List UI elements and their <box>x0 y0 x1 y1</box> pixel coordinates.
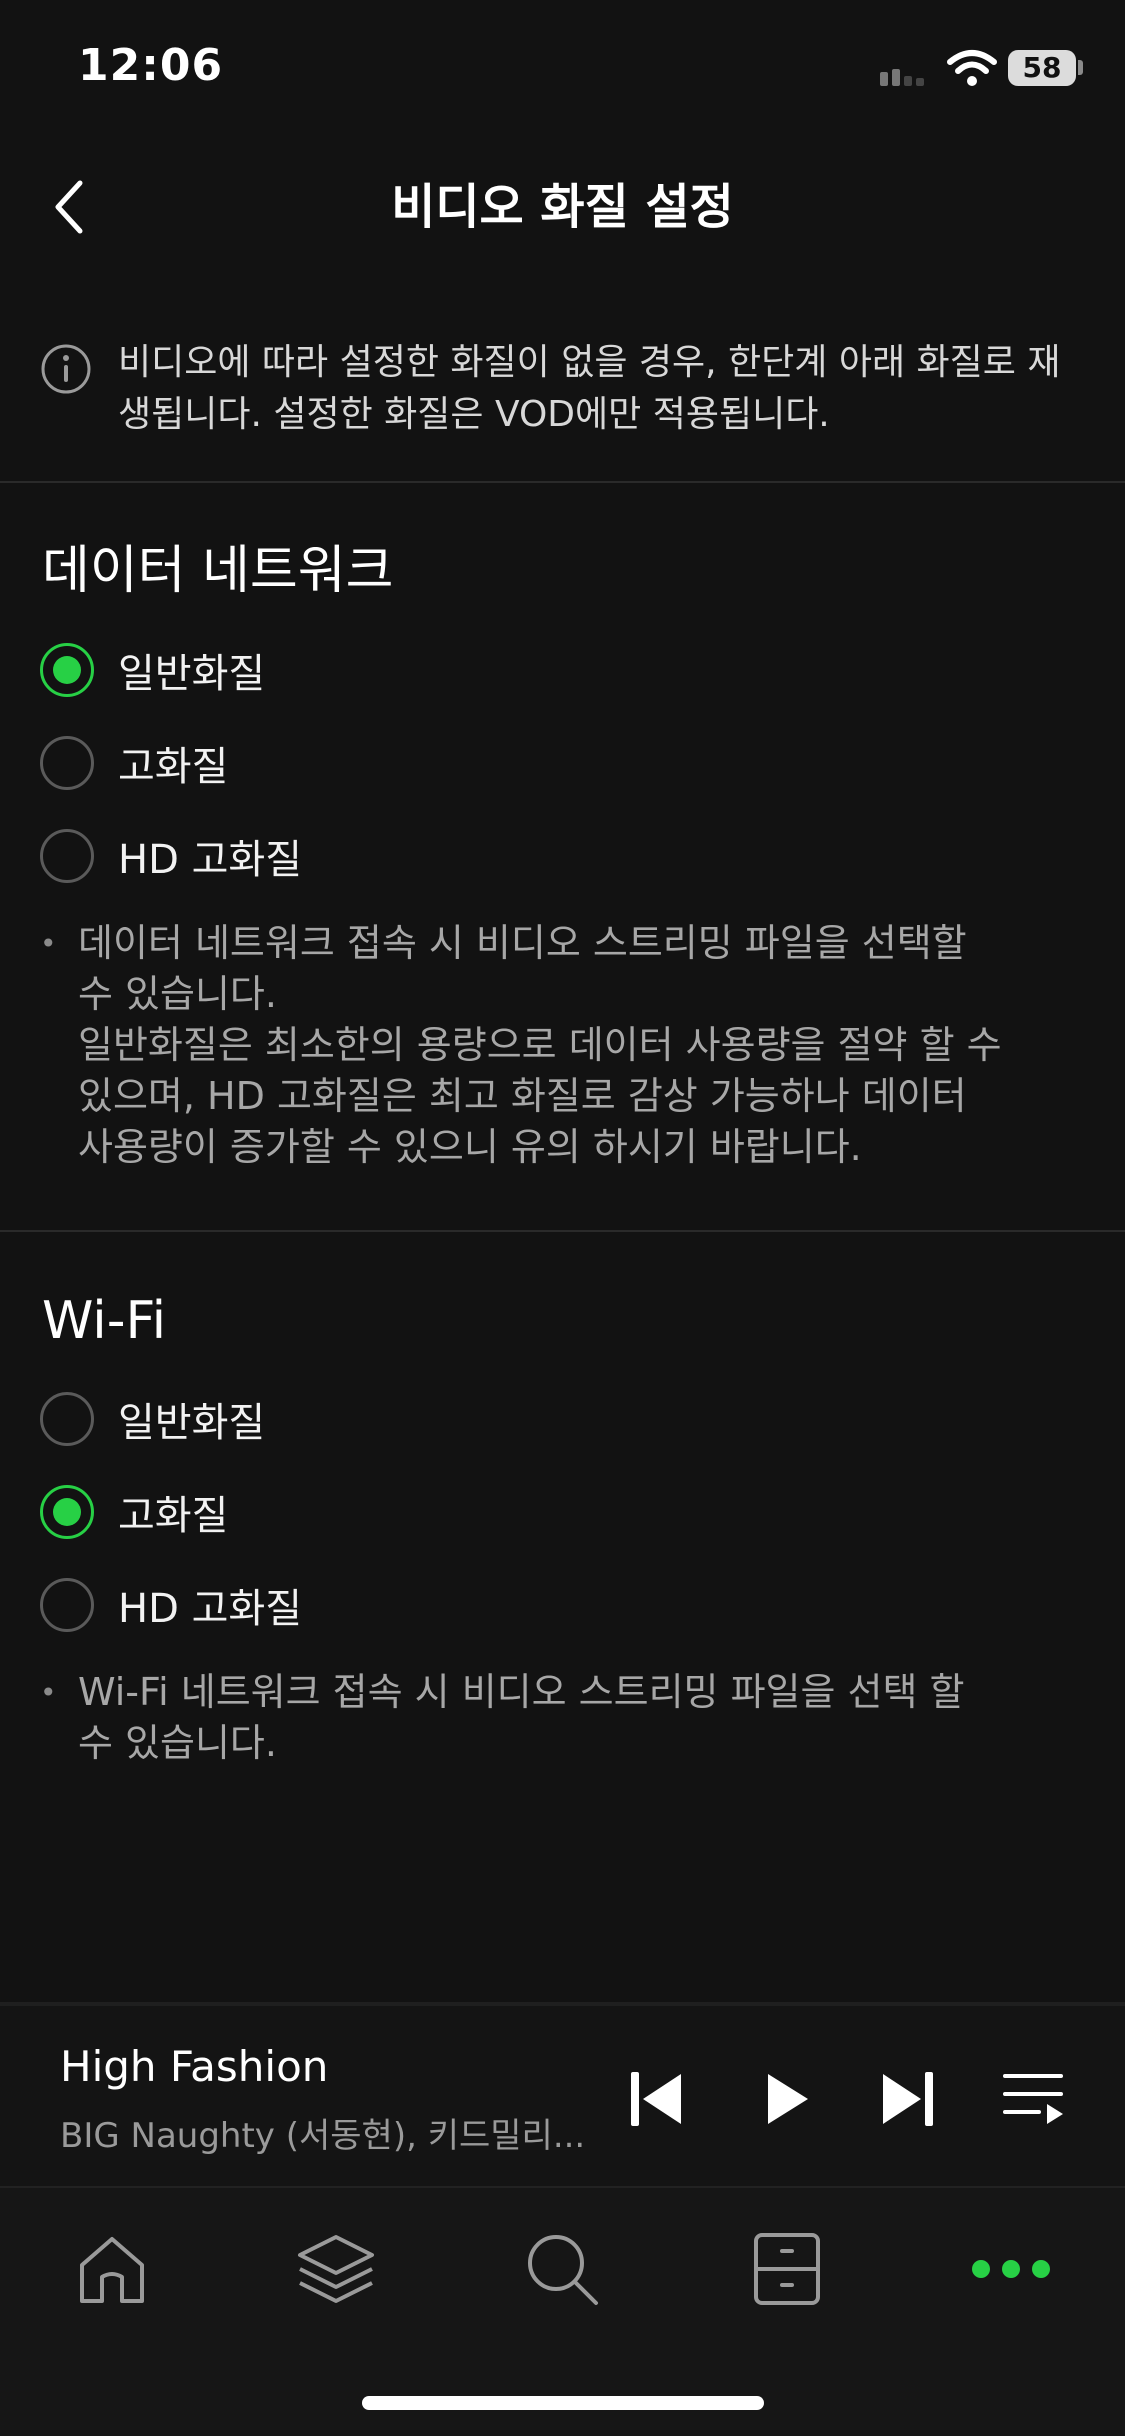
radio-label: 일반화질 <box>118 1400 266 1446</box>
library-icon <box>754 2233 820 2305</box>
radio-button[interactable] <box>40 1485 94 1539</box>
chevron-left-icon <box>55 180 83 234</box>
track-title: High Fashion <box>60 2042 329 2091</box>
divider <box>0 1230 1125 1232</box>
search-icon <box>528 2235 598 2305</box>
home-indicator <box>362 2396 764 2410</box>
radio-wifi-hd[interactable]: HD 고화질 <box>40 1570 740 1640</box>
tab-library[interactable] <box>742 2224 832 2314</box>
playlist-button[interactable] <box>998 2064 1068 2134</box>
bullet: • <box>40 927 57 960</box>
radio-label: HD 고화질 <box>118 1586 302 1632</box>
info-icon <box>41 344 91 394</box>
radio-data-standard[interactable]: 일반화질 <box>40 635 740 705</box>
radio-data-high[interactable]: 고화질 <box>40 728 740 798</box>
section-title-wifi: Wi-Fi <box>42 1291 167 1351</box>
page-title: 비디오 화질 설정 <box>391 179 734 235</box>
status-time: 12:06 <box>78 40 224 91</box>
tab-browse[interactable] <box>291 2224 381 2314</box>
battery-tip <box>1078 60 1083 75</box>
back-button[interactable] <box>38 172 98 242</box>
radio-label: 고화질 <box>118 744 229 790</box>
radio-button[interactable] <box>40 1578 94 1632</box>
note-text: Wi-Fi 네트워크 접속 시 비디오 스트리밍 파일을 선택 할 수 있습니다… <box>78 1670 965 1765</box>
more-icon <box>972 2260 1050 2278</box>
play-button[interactable] <box>752 2064 822 2134</box>
wifi-icon <box>947 50 997 86</box>
radio-button[interactable] <box>40 643 94 697</box>
radio-wifi-standard[interactable]: 일반화질 <box>40 1384 740 1454</box>
note-text: 데이터 네트워크 접속 시 비디오 스트리밍 파일을 선택할 수 있습니다. 일… <box>78 921 1002 1169</box>
tab-home[interactable] <box>67 2224 157 2314</box>
section-title-data-network: 데이터 네트워크 <box>42 541 394 601</box>
mini-player[interactable]: High Fashion BIG Naughty (서동현), 키드밀리... <box>0 2002 1125 2186</box>
radio-button[interactable] <box>40 829 94 883</box>
play-icon <box>768 2074 808 2124</box>
tab-more[interactable] <box>966 2224 1056 2314</box>
radio-label: HD 고화질 <box>118 837 302 883</box>
skip-next-icon <box>883 2072 933 2126</box>
previous-button[interactable] <box>622 2064 692 2134</box>
radio-button[interactable] <box>40 1392 94 1446</box>
radio-label: 일반화질 <box>118 651 266 697</box>
info-text: 비디오에 따라 설정한 화질이 없을 경우, 한단계 아래 화질로 재생됩니다.… <box>118 342 1061 435</box>
data-network-note: • 데이터 네트워크 접속 시 비디오 스트리밍 파일을 선택할 수 있습니다.… <box>40 918 1040 1173</box>
skip-previous-icon <box>631 2072 681 2126</box>
next-button[interactable] <box>872 2064 942 2134</box>
cellular-signal-icon <box>880 69 924 86</box>
radio-wifi-high[interactable]: 고화질 <box>40 1477 740 1547</box>
radio-data-hd[interactable]: HD 고화질 <box>40 821 740 891</box>
wifi-note: • Wi-Fi 네트워크 접속 시 비디오 스트리밍 파일을 선택 할 수 있습… <box>40 1667 1040 1769</box>
playlist-icon <box>1003 2074 1063 2124</box>
bullet: • <box>40 1676 57 1709</box>
battery-indicator: 58 <box>1008 50 1076 86</box>
track-artist: BIG Naughty (서동현), 키드밀리... <box>60 2116 586 2156</box>
status-bar: 12:06 58 <box>0 0 1125 135</box>
radio-label: 고화질 <box>118 1493 229 1539</box>
tab-search[interactable] <box>517 2224 607 2314</box>
home-icon <box>80 2237 144 2303</box>
divider <box>0 481 1125 483</box>
radio-button[interactable] <box>40 736 94 790</box>
layers-icon <box>298 2235 374 2303</box>
